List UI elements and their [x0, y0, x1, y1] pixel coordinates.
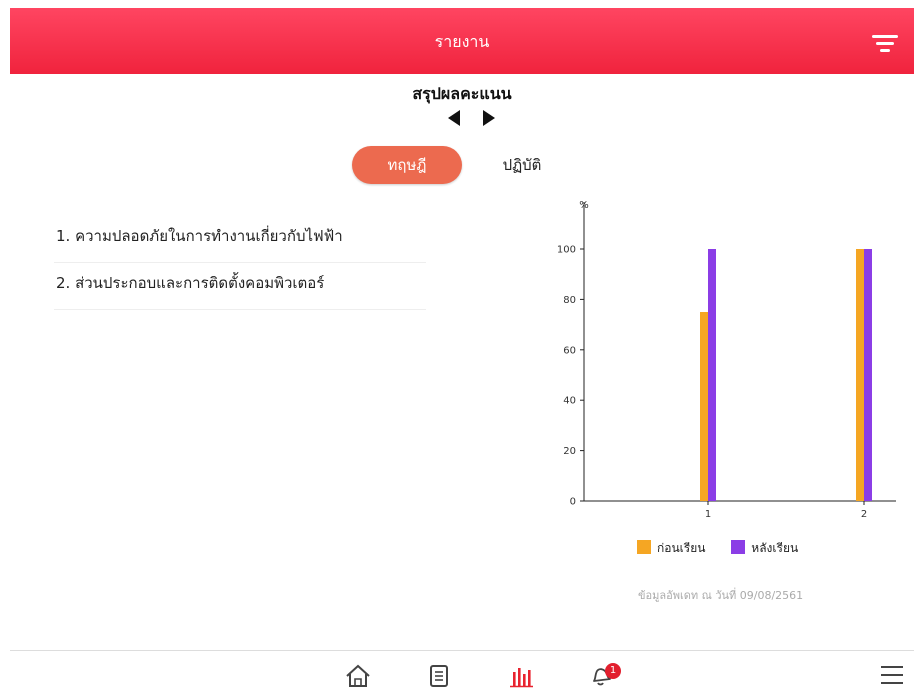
bar-after-1 [708, 249, 716, 501]
previous-arrow-icon[interactable] [448, 110, 460, 126]
notification-badge: 1 [605, 663, 621, 679]
legend-item-before: ก่อนเรียน [637, 539, 705, 558]
legend-item-after: หลังเรียน [731, 539, 798, 558]
bar-before-2 [856, 249, 864, 501]
tab-practice[interactable]: ปฏิบัติ [482, 146, 562, 184]
y-tick-label: 40 [563, 396, 576, 407]
chart-icon[interactable] [509, 664, 533, 688]
x-tick-label: 2 [861, 509, 867, 520]
update-timestamp: ข้อมูลอัพเดท ณ วันที่ 09/08/2561 [638, 589, 804, 602]
y-tick-label: 80 [563, 295, 576, 306]
menu-icon[interactable] [880, 664, 904, 686]
legend-swatch [731, 540, 746, 554]
topic-item[interactable]: 2. ส่วนประกอบและการติดตั้งคอมพิวเตอร์ [54, 263, 426, 310]
bottom-nav-divider [10, 650, 914, 651]
legend-label: ก่อนเรียน [657, 541, 706, 555]
y-tick-label: 20 [563, 446, 576, 457]
legend-label: หลังเรียน [751, 541, 799, 555]
bar-before-1 [700, 312, 708, 501]
topic-list: 1. ความปลอดภัยในการทำงานเกี่ยวกับไฟฟ้า 2… [54, 216, 426, 310]
page-title: รายงาน [434, 32, 490, 51]
score-chart: % 0 20 40 60 80 100 1 2 [557, 200, 896, 520]
app-header: รายงาน [10, 8, 914, 74]
document-icon[interactable] [428, 664, 450, 688]
y-tick-label: 100 [557, 245, 576, 256]
next-arrow-icon[interactable] [483, 110, 495, 126]
topic-item[interactable]: 1. ความปลอดภัยในการทำงานเกี่ยวกับไฟฟ้า [54, 216, 426, 263]
y-axis-label: % [579, 200, 589, 211]
chart-legend: ก่อนเรียน หลังเรียน [637, 539, 820, 558]
tab-theory[interactable]: ทฤษฎี [352, 146, 462, 184]
x-tick-label: 1 [705, 509, 711, 520]
report-subtitle: สรุปผลคะแนน [412, 84, 512, 103]
home-icon[interactable] [345, 664, 371, 688]
filter-icon[interactable] [872, 32, 898, 54]
y-tick-label: 0 [570, 497, 576, 508]
bar-after-2 [864, 249, 872, 501]
legend-swatch [637, 540, 651, 554]
y-tick-label: 60 [563, 345, 576, 356]
